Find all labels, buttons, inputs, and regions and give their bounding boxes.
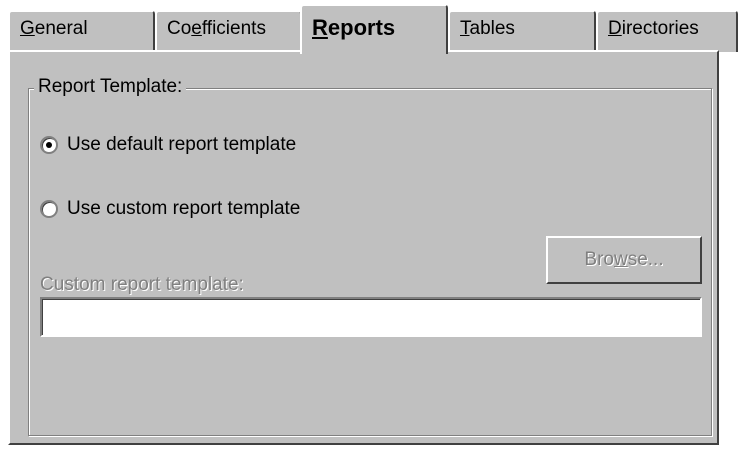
custom-template-radio[interactable]: Use custom report template: [40, 198, 300, 220]
radio-unselected-icon: [40, 200, 58, 218]
browse-button-label: Browse...: [584, 249, 664, 270]
radio-dot-icon: [46, 142, 52, 148]
options-dialog: General Coefficients Reports Tables Dire…: [0, 0, 738, 451]
report-template-group-title: Report Template:: [34, 76, 187, 98]
tab-tables-label: Tables: [460, 18, 515, 39]
tab-tables[interactable]: Tables: [448, 10, 596, 52]
custom-template-field-label: Custom report template:: [40, 274, 244, 295]
tab-coefficients[interactable]: Coefficients: [155, 10, 302, 52]
tab-reports-label: Reports: [312, 15, 396, 40]
custom-template-input[interactable]: [40, 297, 702, 337]
default-template-label: Use default report template: [67, 134, 297, 155]
tab-reports[interactable]: Reports: [300, 4, 448, 54]
tab-general[interactable]: General: [8, 10, 155, 52]
custom-template-label: Use custom report template: [67, 198, 301, 219]
browse-button[interactable]: Browse...: [546, 236, 702, 284]
radio-selected-icon: [40, 136, 58, 154]
tab-directories-label: Directories: [608, 18, 699, 39]
tab-directories[interactable]: Directories: [596, 10, 738, 52]
tab-general-label: General: [20, 18, 88, 39]
default-template-radio[interactable]: Use default report template: [40, 134, 296, 156]
tab-coefficients-label: Coefficients: [167, 18, 266, 39]
